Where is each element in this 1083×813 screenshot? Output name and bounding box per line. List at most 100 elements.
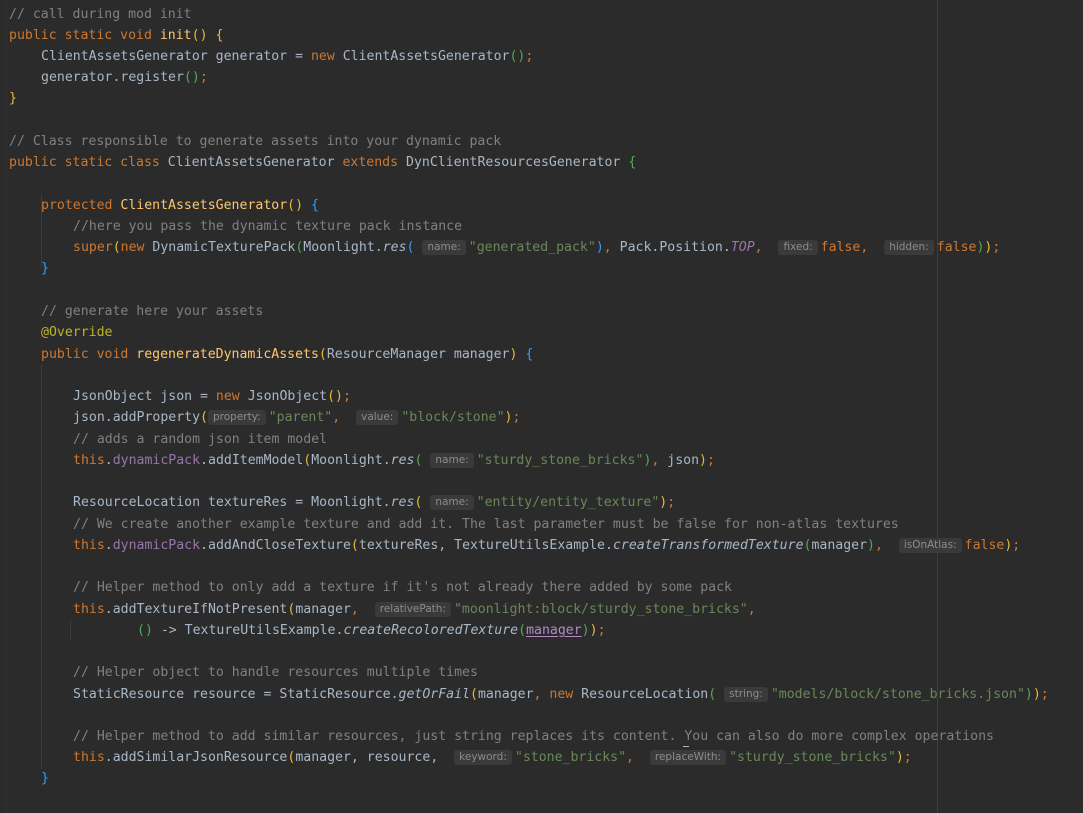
method-call: json.addProperty [73, 410, 201, 425]
code-line: super(new DynamicTexturePack(Moonlight.r… [73, 240, 1001, 255]
string-literal: "entity/entity_texture" [476, 495, 660, 510]
method-call: .addSimilarJsonResource [104, 750, 288, 765]
variable-decl: ResourceLocation textureRes = Moonlight. [73, 495, 391, 510]
class-name: ResourceLocation [581, 687, 709, 702]
code-line: @Override [41, 322, 112, 343]
class-name: DynamicTexturePack [152, 240, 296, 255]
comment: // Helper object to handle resources mul… [73, 665, 478, 680]
param-hint: isOnAtlas: [898, 538, 962, 553]
method-call: generator.register [41, 70, 184, 85]
code-line: this.addTextureIfNotPresent(manager, rel… [73, 602, 756, 617]
variable-ref: manager [477, 687, 534, 702]
constructor-name: ClientAssetsGenerator [120, 198, 288, 213]
string-literal: "models/block/stone_bricks.json" [770, 687, 1025, 702]
code-line: json.addProperty(property: "parent", valu… [73, 410, 521, 425]
method-call: res [390, 453, 415, 468]
param-hint: replaceWith: [649, 750, 727, 765]
method-name: init [159, 28, 192, 43]
code-line: // We create another example texture and… [73, 514, 899, 535]
comment: // adds a random json item model [73, 432, 328, 447]
code-line: protected ClientAssetsGenerator() { [41, 198, 319, 213]
comment: // We create another example texture and… [73, 517, 899, 532]
class-ref: Moonlight. [311, 453, 391, 468]
method-call: getOrFail [398, 687, 470, 702]
variable-decl: StaticResource resource = StaticResource… [73, 687, 399, 702]
code-line: } [41, 771, 49, 786]
code-line: // Class responsible to generate assets … [9, 131, 501, 152]
param-hint: hidden: [884, 240, 934, 255]
param-hint: keyword: [454, 750, 512, 765]
variable-decl: ClientAssetsGenerator generator = [41, 49, 311, 64]
indent-guide [70, 620, 71, 640]
code-line: } [9, 91, 17, 106]
method-call: .addItemModel [200, 453, 304, 468]
param-hint: name: [430, 453, 474, 468]
string-literal: "parent" [268, 410, 333, 425]
class-name: JsonObject [247, 389, 328, 404]
code-line: public void regenerateDynamicAssets(Reso… [41, 347, 534, 362]
variable-ref: manager [526, 623, 582, 638]
comment: // call during mod init [9, 7, 192, 22]
parameter: ResourceManager manager [326, 347, 510, 362]
field-ref: dynamicPack [112, 453, 201, 468]
code-line: // Helper object to handle resources mul… [73, 662, 478, 683]
class-ref: Moonlight. [303, 240, 383, 255]
code-line: JsonObject json = new JsonObject(); [73, 389, 351, 404]
param-hint: name: [422, 240, 466, 255]
code-line: this.dynamicPack.addAndCloseTexture(text… [73, 538, 1021, 553]
variable-decl: JsonObject json = [73, 389, 216, 404]
string-literal: "moonlight:block/sturdy_stone_bricks" [453, 602, 748, 617]
method-call: .addAndCloseTexture [200, 538, 351, 553]
comment: // Helper method to add similar resource… [73, 729, 994, 744]
string-literal: "generated_pack" [468, 240, 596, 255]
argument: manager, resource, [295, 750, 447, 765]
method-call: .addTextureIfNotPresent [104, 602, 288, 617]
param-hint: name: [430, 495, 474, 510]
class-ref: Pack.Position. [619, 240, 731, 255]
lambda: -> TextureUtilsExample. [152, 623, 344, 638]
method-call: res [390, 495, 415, 510]
code-line: this.dynamicPack.addItemModel(Moonlight.… [73, 453, 715, 468]
annotation: @Override [41, 325, 113, 340]
class-name: DynClientResourcesGenerator [406, 155, 621, 170]
comment: // generate here your assets [41, 304, 264, 319]
code-line: StaticResource resource = StaticResource… [73, 687, 1049, 702]
method-name: regenerateDynamicAssets [136, 347, 319, 362]
variable-ref: manager [295, 602, 351, 617]
param-hint: fixed: [778, 240, 818, 255]
variable-ref: json [667, 453, 700, 468]
argument: textureRes, TextureUtilsExample. [358, 538, 613, 553]
code-line: public static void init() { [9, 28, 224, 43]
field-ref: dynamicPack [112, 538, 201, 553]
comment: // Helper method to only add a texture i… [73, 580, 732, 595]
param-hint: string: [724, 687, 768, 702]
code-line: () -> TextureUtilsExample.createRecolore… [137, 623, 606, 638]
code-editor[interactable]: // call during mod init public static vo… [0, 0, 1083, 813]
code-line: this.addSimilarJsonResource(manager, res… [73, 750, 912, 765]
class-name: ClientAssetsGenerator [167, 155, 335, 170]
string-literal: "sturdy_stone_bricks" [476, 453, 644, 468]
comment: //here you pass the dynamic texture pack… [73, 219, 463, 234]
string-literal: "sturdy_stone_bricks" [729, 750, 896, 765]
variable-ref: manager [811, 538, 868, 553]
param-hint: value: [356, 410, 399, 425]
gutter-divider [6, 0, 7, 813]
indent-guide [41, 365, 42, 769]
code-line: // generate here your assets [41, 301, 263, 322]
code-line: public static class ClientAssetsGenerato… [9, 155, 637, 170]
param-hint: relativePath: [374, 602, 451, 617]
method-call: createTransformedTexture [612, 538, 804, 553]
code-line: // Helper method to only add a texture i… [73, 577, 732, 598]
param-hint: property: [208, 410, 266, 425]
code-line: generator.register(); [41, 70, 208, 85]
code-line: ClientAssetsGenerator generator = new Cl… [41, 49, 534, 64]
code-line: // Helper method to add similar resource… [73, 726, 994, 747]
enum-constant: TOP [730, 240, 755, 255]
string-literal: "block/stone" [401, 410, 505, 425]
method-call: res [382, 240, 407, 255]
code-line: } [41, 261, 49, 276]
class-name: ClientAssetsGenerator [342, 49, 510, 64]
code-line: // call during mod init [9, 4, 192, 25]
comment: // Class responsible to generate assets … [9, 134, 502, 149]
string-literal: "stone_bricks" [514, 750, 627, 765]
